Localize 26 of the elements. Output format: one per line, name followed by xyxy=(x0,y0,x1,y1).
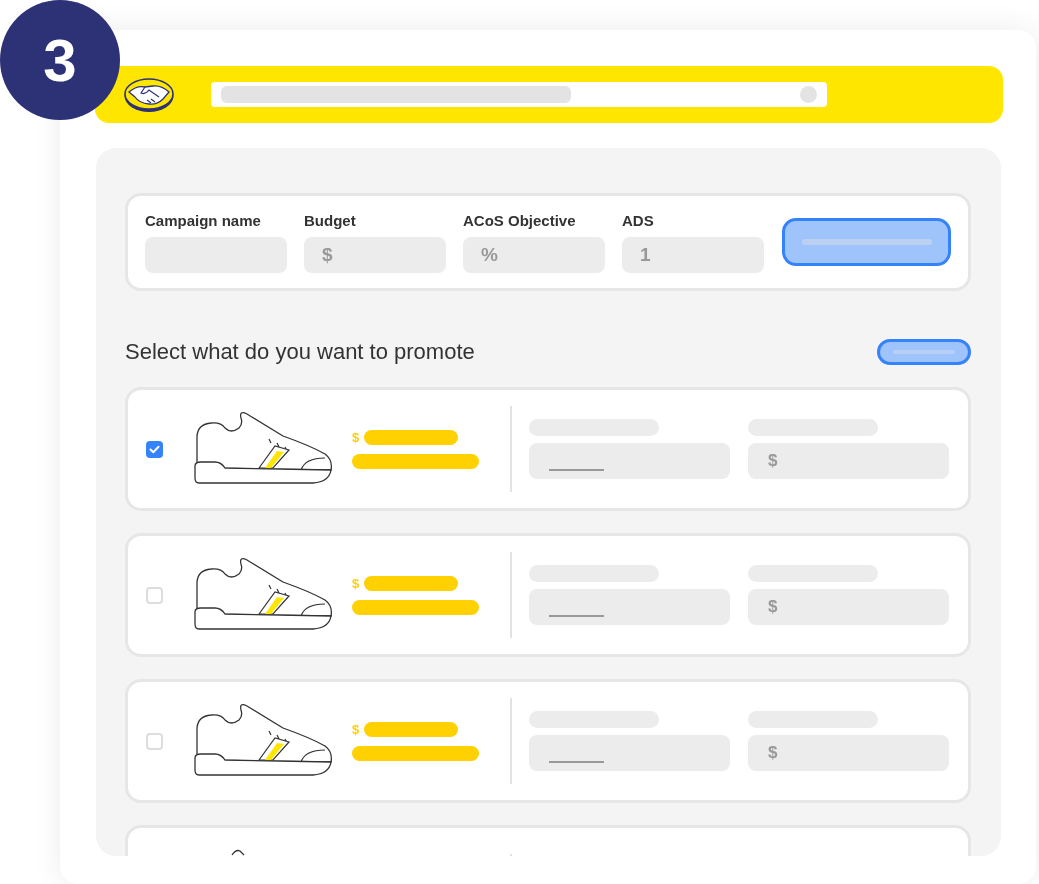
handshake-logo-icon xyxy=(123,76,175,113)
input-field[interactable]: 1 xyxy=(622,236,764,273)
section-title: Select what do you want to promote xyxy=(125,339,475,365)
price-symbol: $ xyxy=(352,575,360,591)
checkbox[interactable] xyxy=(146,440,163,458)
input-field[interactable] xyxy=(529,443,730,479)
action-button[interactable] xyxy=(877,339,971,365)
price-symbol: $ xyxy=(352,721,360,737)
field-label: ACoS Objective xyxy=(463,211,577,229)
price-symbol: $ xyxy=(352,429,360,445)
step-badge: 3 xyxy=(0,0,120,120)
input-field[interactable]: $ xyxy=(748,443,949,479)
checkbox[interactable] xyxy=(146,732,163,750)
input-field[interactable] xyxy=(529,735,730,771)
field-label: Budget xyxy=(304,211,357,229)
submit-button[interactable] xyxy=(782,218,951,266)
checkbox[interactable] xyxy=(146,586,163,604)
input-field[interactable]: $ xyxy=(748,589,949,625)
input-field[interactable]: % xyxy=(463,236,605,273)
input-field[interactable]: $ xyxy=(304,236,446,273)
field-label: Campaign name xyxy=(145,211,262,229)
check-icon xyxy=(149,444,160,454)
search-field[interactable] xyxy=(211,82,827,107)
input-field[interactable] xyxy=(529,589,730,625)
field-label: ADS xyxy=(622,211,655,229)
input-field[interactable]: $ xyxy=(748,735,949,771)
